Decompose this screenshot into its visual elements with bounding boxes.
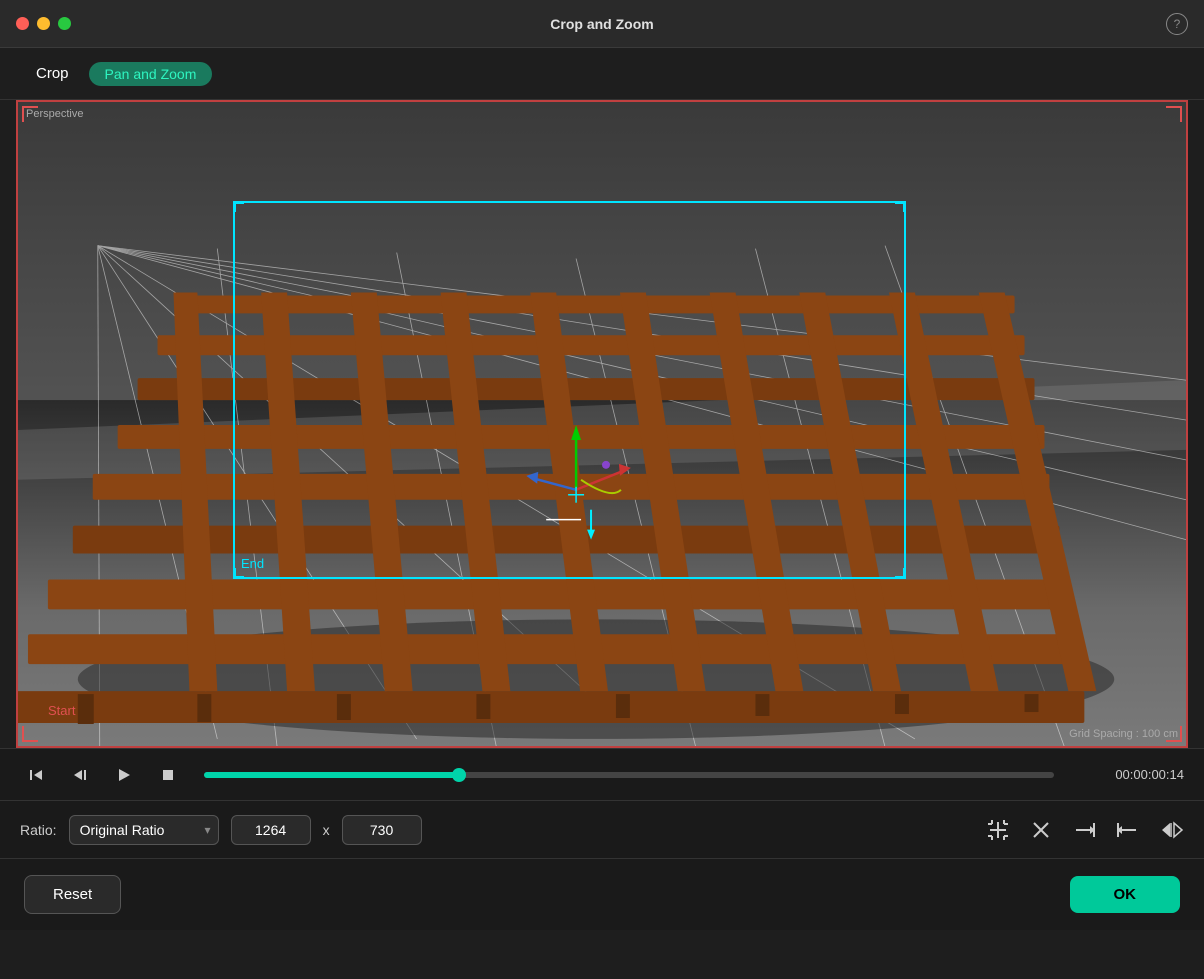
timecode: 00:00:00:14 bbox=[1074, 767, 1184, 782]
maximize-button[interactable] bbox=[58, 17, 71, 30]
action-bar: Reset OK bbox=[0, 858, 1204, 930]
tab-pan-zoom[interactable]: Pan and Zoom bbox=[89, 62, 213, 86]
grid-spacing-label: Grid Spacing : 100 cm bbox=[1069, 728, 1178, 740]
align-left-button[interactable] bbox=[1116, 819, 1140, 841]
tabbar: Crop Pan and Zoom bbox=[0, 48, 1204, 100]
frame-corner-bl bbox=[22, 726, 38, 742]
height-input[interactable] bbox=[342, 815, 422, 845]
play-button[interactable] bbox=[108, 759, 140, 791]
dimension-x-separator: x bbox=[323, 822, 330, 838]
timeline[interactable] bbox=[204, 772, 1054, 778]
crop-corner-br[interactable] bbox=[895, 568, 905, 578]
width-input[interactable] bbox=[231, 815, 311, 845]
step-back-button[interactable] bbox=[20, 759, 52, 791]
stop-button[interactable] bbox=[152, 759, 184, 791]
flip-button[interactable] bbox=[1160, 819, 1184, 841]
playback-controls: 00:00:00:14 bbox=[0, 748, 1204, 800]
remove-crop-button[interactable] bbox=[1030, 819, 1052, 841]
reset-button[interactable]: Reset bbox=[24, 875, 121, 914]
perspective-label: Perspective bbox=[26, 108, 83, 120]
timeline-thumb[interactable] bbox=[452, 768, 466, 782]
ok-button[interactable]: OK bbox=[1070, 876, 1181, 913]
crop-corner-tr[interactable] bbox=[895, 202, 905, 212]
timeline-fill bbox=[204, 772, 459, 778]
help-button[interactable]: ? bbox=[1166, 13, 1188, 35]
play-back-button[interactable] bbox=[64, 759, 96, 791]
ratio-select-wrap: Original Ratio 16:9 4:3 1:1 9:16 ▾ bbox=[69, 815, 219, 845]
window-controls bbox=[16, 17, 71, 30]
frame-corner-tr bbox=[1166, 106, 1182, 122]
titlebar: Crop and Zoom ? bbox=[0, 0, 1204, 48]
crop-end-label: End bbox=[241, 556, 264, 571]
ratio-label: Ratio: bbox=[20, 822, 57, 838]
center-crop-button[interactable] bbox=[986, 818, 1010, 842]
crop-corner-tl[interactable] bbox=[234, 202, 244, 212]
ratio-select[interactable]: Original Ratio 16:9 4:3 1:1 9:16 bbox=[69, 815, 219, 845]
close-button[interactable] bbox=[16, 17, 29, 30]
align-right-button[interactable] bbox=[1072, 819, 1096, 841]
ratio-bar: Ratio: Original Ratio 16:9 4:3 1:1 9:16 … bbox=[0, 800, 1204, 858]
window-title: Crop and Zoom bbox=[550, 16, 653, 32]
crop-region[interactable]: End bbox=[233, 201, 906, 579]
minimize-button[interactable] bbox=[37, 17, 50, 30]
start-label: Start bbox=[48, 703, 75, 718]
tab-crop[interactable]: Crop bbox=[36, 59, 69, 88]
ratio-action-icons bbox=[986, 818, 1184, 842]
video-preview: Perspective Grid Spacing : 100 cm Start … bbox=[16, 100, 1188, 748]
